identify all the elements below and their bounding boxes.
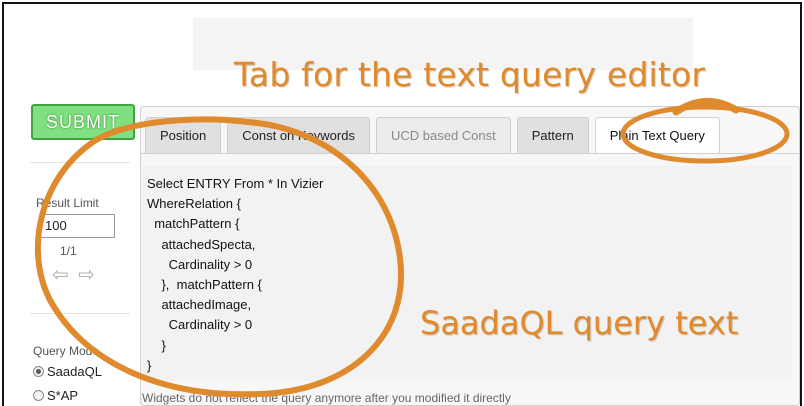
- query-mode-label: Query Mode: [33, 344, 100, 358]
- tab-plain-text-query[interactable]: Plain Text Query: [594, 117, 720, 153]
- editor-footer-note: Widgets do not reflect the query anymore…: [142, 391, 511, 405]
- query-text[interactable]: Select ENTRY From * In Vizier WhereRelat…: [147, 174, 323, 376]
- left-divider: [30, 162, 130, 163]
- query-annotation-caption: SaadaQL query text: [420, 304, 739, 342]
- tab-annotation-caption: Tab for the text query editor: [234, 55, 706, 94]
- page-arrows-icon[interactable]: ⇦ ⇨: [52, 262, 97, 287]
- tab-bar: Position Const on Keywords UCD based Con…: [145, 113, 726, 153]
- result-limit-input[interactable]: 100: [40, 214, 115, 238]
- query-mode-saadaql[interactable]: SaadaQL: [33, 364, 102, 379]
- tab-const-on-keywords[interactable]: Const on Keywords: [227, 117, 370, 153]
- radio-checked-icon[interactable]: [33, 366, 44, 377]
- left-divider: [30, 313, 130, 314]
- tab-pattern[interactable]: Pattern: [516, 117, 589, 153]
- radio-unchecked-icon[interactable]: [33, 390, 44, 401]
- tab-position[interactable]: Position: [145, 117, 222, 153]
- tab-ucd-based-const: UCD based Const: [375, 117, 511, 153]
- tab-divider: [141, 153, 799, 154]
- submit-button[interactable]: SUBMIT: [31, 104, 135, 140]
- query-mode-sap[interactable]: S*AP: [33, 388, 78, 403]
- result-limit-label: Result Limit: [36, 196, 99, 210]
- query-mode-option-label: SaadaQL: [47, 364, 102, 379]
- query-mode-option-label: S*AP: [47, 388, 79, 403]
- page-indicator: 1/1: [60, 244, 77, 258]
